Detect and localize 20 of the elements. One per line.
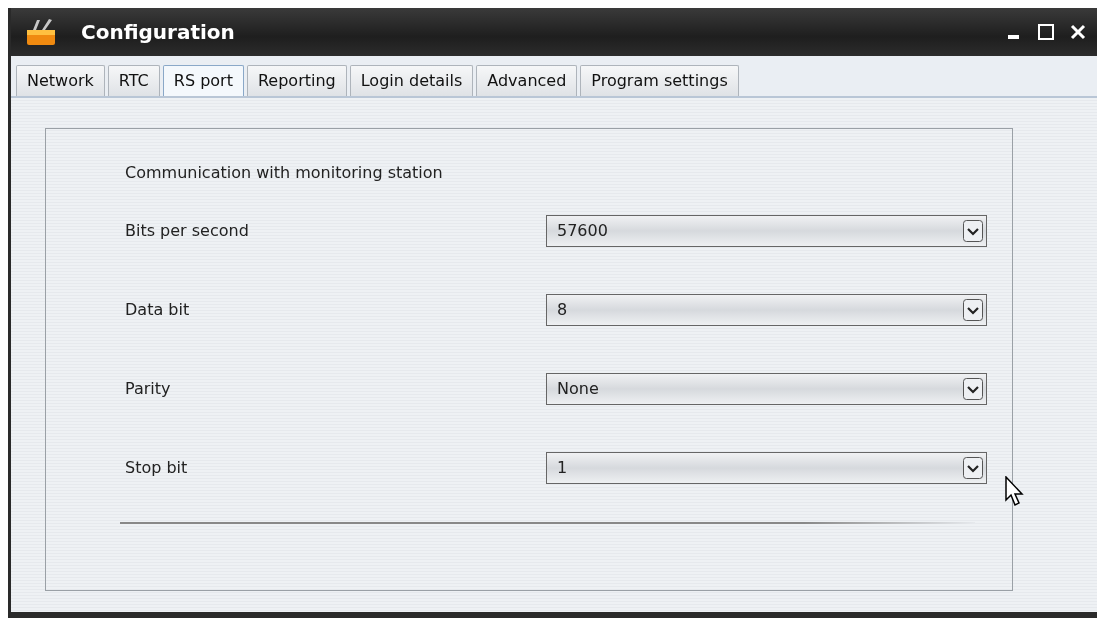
mouse-cursor-icon (1004, 476, 1024, 508)
tab[interactable]: RTC (107, 65, 160, 96)
tab[interactable]: Reporting (246, 65, 347, 96)
field-label: Stop bit (125, 458, 189, 477)
tab[interactable]: Program settings (580, 65, 739, 96)
field-label: Bits per second (125, 221, 250, 240)
close-icon[interactable] (1069, 23, 1087, 41)
tab[interactable]: Advanced (476, 65, 578, 96)
dropdown[interactable]: 57600 (546, 214, 987, 247)
section-heading: Communication with monitoring station (125, 163, 444, 182)
dropdown[interactable]: None (546, 372, 987, 405)
tab[interactable]: Login details (349, 65, 474, 96)
maximize-icon[interactable] (1037, 23, 1055, 41)
dropdown[interactable]: 8 (546, 293, 987, 326)
tab[interactable]: RS port (162, 65, 244, 96)
dropdown[interactable]: 1 (546, 451, 987, 484)
window-title: Configuration (81, 20, 235, 44)
field-label: Parity (125, 379, 172, 398)
field-label: Data bit (125, 300, 191, 319)
tab[interactable]: Network (16, 65, 105, 96)
